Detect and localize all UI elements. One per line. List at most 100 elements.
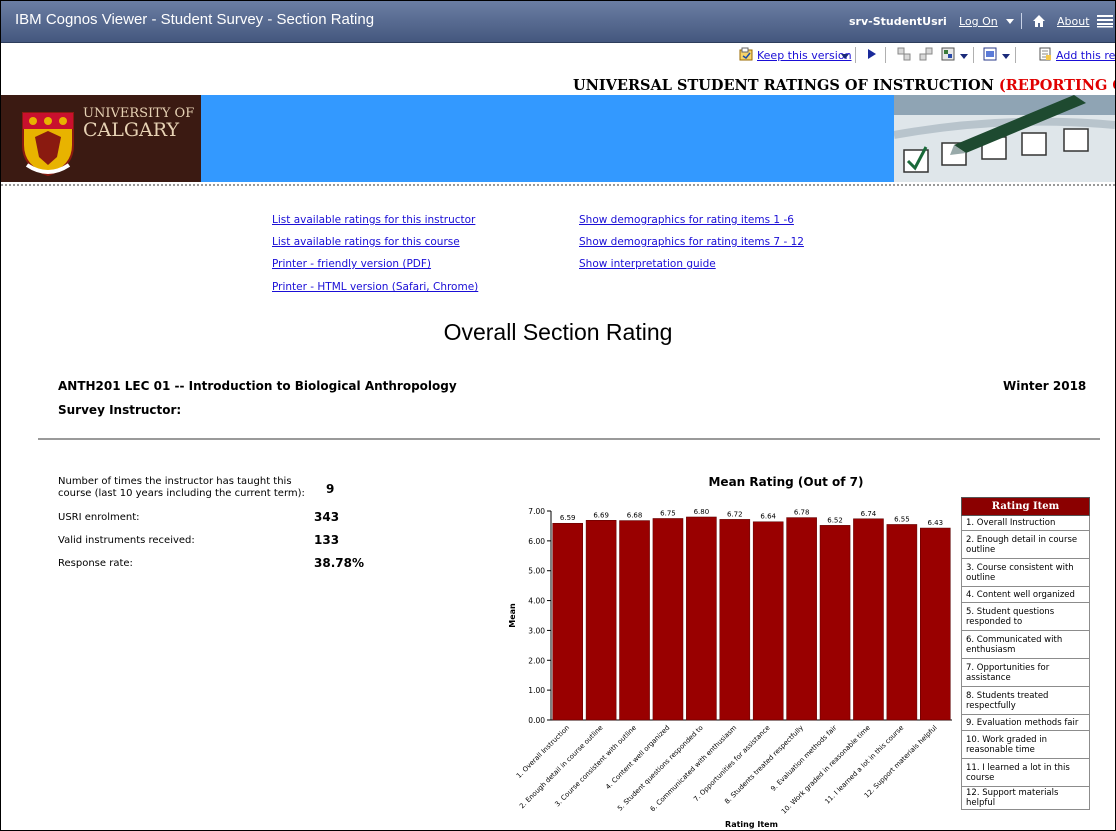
y-tick-label: 7.00 (528, 507, 545, 516)
course-name: ANTH201 LEC 01 -- Introduction to Biolog… (58, 379, 457, 393)
drill-down-icon[interactable] (897, 47, 911, 61)
legend-item: 7. Opportunities for assistance (961, 658, 1090, 687)
legend-row: 1. Overall Instruction (961, 515, 1090, 531)
bar-value-label: 6.74 (861, 510, 877, 518)
ibm-icon (1097, 15, 1113, 28)
legend-header: Rating Item (961, 497, 1090, 516)
link-instructor-ratings[interactable]: List available ratings for this instruct… (272, 214, 475, 226)
link-printer-html[interactable]: Printer - HTML version (Safari, Chrome) (272, 281, 478, 293)
window-title: IBM Cognos Viewer - Student Survey - Sec… (15, 11, 375, 28)
x-tick-label: 1. Overall Instruction (515, 724, 571, 780)
keep-version-chevron-down-icon[interactable] (841, 54, 849, 59)
times-taught-label: Number of times the instructor has taugh… (58, 476, 305, 499)
x-tick-label: 4. Content well organized (604, 724, 671, 791)
legend-row: 9. Evaluation methods fair (961, 714, 1090, 731)
logo-wordmark: UNIVERSITY OF CALGARY (83, 106, 195, 141)
legend-row: 8. Students treated respectfully (961, 686, 1090, 715)
run-icon[interactable] (865, 47, 879, 61)
x-axis-label: Rating Item (725, 820, 778, 829)
related-links-icon[interactable] (941, 47, 955, 61)
legend-item: 5. Student questions responded to (961, 602, 1090, 631)
legend-item: 10. Work graded in reasonable time (961, 730, 1090, 759)
enrolment-value: 343 (314, 510, 340, 524)
legend-item: 6. Communicated with enthusiasm (961, 630, 1090, 659)
add-report-icon[interactable] (1038, 47, 1052, 61)
bar-value-label: 6.43 (927, 519, 943, 527)
mean-rating-chart: 0.00 1.00 2.00 3.00 4.00 5.00 6.00 7.00 Mean 6.59… (508, 507, 952, 829)
report-title: UNIVERSAL STUDENT RATINGS OF INSTRUCTION… (573, 77, 1115, 94)
legend-row: 7. Opportunities for assistance (961, 658, 1090, 687)
keep-version-icon[interactable] (739, 47, 753, 61)
legend-item: 1. Overall Instruction (961, 515, 1090, 531)
viewer-toolbar: Keep this version Add this repo (1, 43, 1115, 67)
reporting-only-label: (REPORTING ONLY (998, 77, 1115, 94)
divider (885, 47, 886, 63)
bar (652, 518, 684, 721)
divider (1, 184, 1115, 186)
bar-value-label: 6.55 (894, 515, 910, 523)
legend-row: 2. Enough detail in course outline (961, 530, 1090, 559)
related-links-chevron-down-icon[interactable] (960, 54, 968, 59)
link-printer-pdf[interactable]: Printer - friendly version (PDF) (272, 258, 431, 270)
response-rate-label: Response rate: (58, 558, 133, 569)
bar-value-label: 6.52 (827, 516, 843, 524)
drill-up-icon[interactable] (919, 47, 933, 61)
legend-row: 3. Course consistent with outline (961, 558, 1090, 587)
divider (973, 47, 974, 63)
bar (819, 525, 851, 721)
keep-version-button[interactable]: Keep this version (757, 49, 852, 62)
legend-row: 4. Content well organized (961, 586, 1090, 603)
times-taught-value: 9 (326, 482, 335, 496)
bar (853, 518, 884, 721)
link-demographics-7-12[interactable]: Show demographics for rating items 7 - 1… (579, 236, 804, 248)
bar-value-label: 6.59 (560, 514, 576, 522)
link-course-ratings[interactable]: List available ratings for this course (272, 236, 460, 248)
user-name: srv-StudentUsri (849, 15, 947, 28)
legend-row: 6. Communicated with enthusiasm (961, 630, 1090, 659)
page-title: Overall Section Rating (443, 319, 673, 345)
x-tick-label: 9. Evaluation methods fair (769, 724, 838, 793)
view-format-icon[interactable] (983, 47, 997, 61)
bar (552, 522, 583, 721)
legend-row: 11. I learned a lot in this course (961, 758, 1090, 787)
bar (719, 519, 751, 721)
add-report-button[interactable]: Add this repo (1056, 49, 1115, 62)
legend-item: 4. Content well organized (961, 586, 1090, 603)
y-tick-label: 0.00 (528, 716, 545, 725)
logon-link[interactable]: Log On (959, 15, 998, 28)
logon-chevron-down-icon[interactable] (1006, 19, 1014, 24)
legend-item: 8. Students treated respectfully (961, 686, 1090, 715)
bar (920, 527, 951, 721)
y-tick-label: 6.00 (528, 537, 545, 546)
view-format-chevron-down-icon[interactable] (1002, 54, 1010, 59)
y-tick-label: 1.00 (528, 686, 545, 695)
bar-value-label: 6.72 (727, 510, 743, 518)
x-tick-label: 12. Support materials helpful (863, 724, 939, 800)
y-tick-label: 4.00 (528, 597, 545, 606)
bar (786, 517, 817, 721)
divider (855, 47, 856, 63)
bar (619, 520, 650, 721)
legend-row: 5. Student questions responded to (961, 602, 1090, 631)
bar-value-label: 6.69 (593, 511, 609, 519)
legend-row: 12. Support materials helpful (961, 786, 1090, 810)
divider (38, 438, 1100, 440)
about-link[interactable]: About (1057, 15, 1090, 28)
bar (585, 520, 617, 721)
link-demographics-1-6[interactable]: Show demographics for rating items 1 -6 (579, 214, 794, 226)
bar-value-label: 6.78 (794, 509, 810, 517)
divider (1021, 13, 1022, 29)
bar (886, 524, 918, 721)
bar (752, 521, 784, 721)
title-bar: IBM Cognos Viewer - Student Survey - Sec… (1, 1, 1115, 43)
link-interpretation-guide[interactable]: Show interpretation guide (579, 258, 716, 270)
received-label: Valid instruments received: (58, 535, 195, 546)
home-icon[interactable] (1032, 14, 1046, 28)
legend-item: 12. Support materials helpful (961, 786, 1090, 810)
received-value: 133 (314, 533, 340, 547)
crest-icon (22, 112, 74, 177)
legend-item: 2. Enough detail in course outline (961, 530, 1090, 559)
legend-row: 10. Work graded in reasonable time (961, 730, 1090, 759)
enrolment-label: USRI enrolment: (58, 512, 140, 523)
legend-item: 9. Evaluation methods fair (961, 714, 1090, 731)
